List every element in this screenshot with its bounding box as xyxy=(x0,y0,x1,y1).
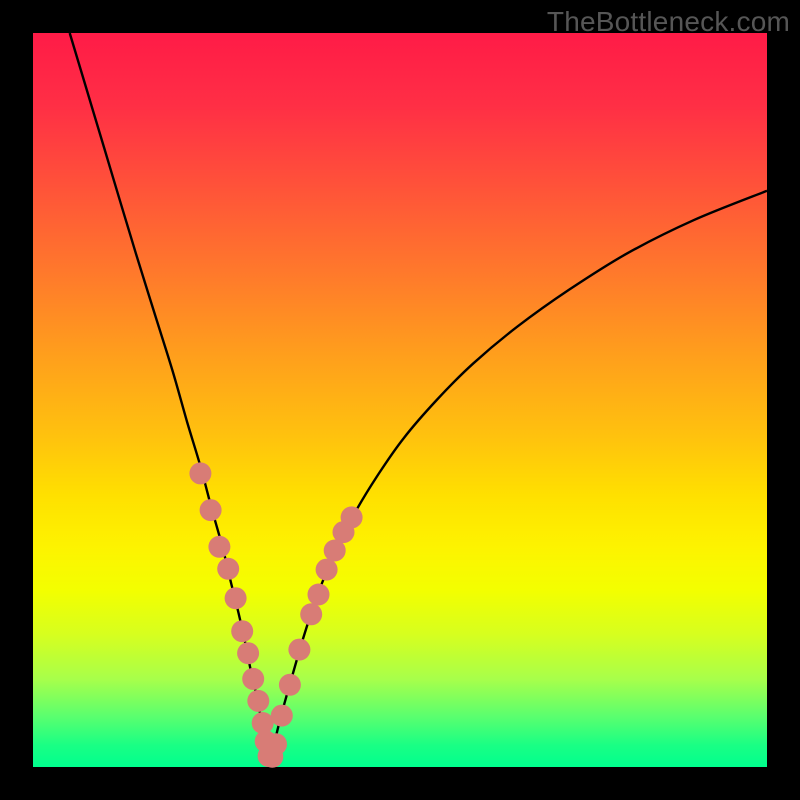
highlight-marker xyxy=(225,587,247,609)
highlight-marker xyxy=(279,674,301,696)
highlight-marker xyxy=(252,712,274,734)
highlight-marker xyxy=(300,603,322,625)
highlight-marker xyxy=(231,620,253,642)
highlight-marker xyxy=(341,506,363,528)
highlight-marker xyxy=(242,668,264,690)
highlight-marker xyxy=(208,536,230,558)
highlight-marker xyxy=(265,733,287,755)
highlight-marker xyxy=(288,639,310,661)
chart-svg xyxy=(33,33,767,767)
highlight-marker xyxy=(271,705,293,727)
highlight-marker xyxy=(316,559,338,581)
curve-right-branch xyxy=(269,191,767,761)
watermark-text: TheBottleneck.com xyxy=(547,6,790,38)
highlight-marker xyxy=(200,499,222,521)
highlight-marker xyxy=(237,642,259,664)
highlight-markers-group xyxy=(189,462,362,767)
chart-frame: TheBottleneck.com xyxy=(0,0,800,800)
highlight-marker xyxy=(217,558,239,580)
highlight-marker xyxy=(189,462,211,484)
highlight-marker xyxy=(308,584,330,606)
highlight-marker xyxy=(247,690,269,712)
